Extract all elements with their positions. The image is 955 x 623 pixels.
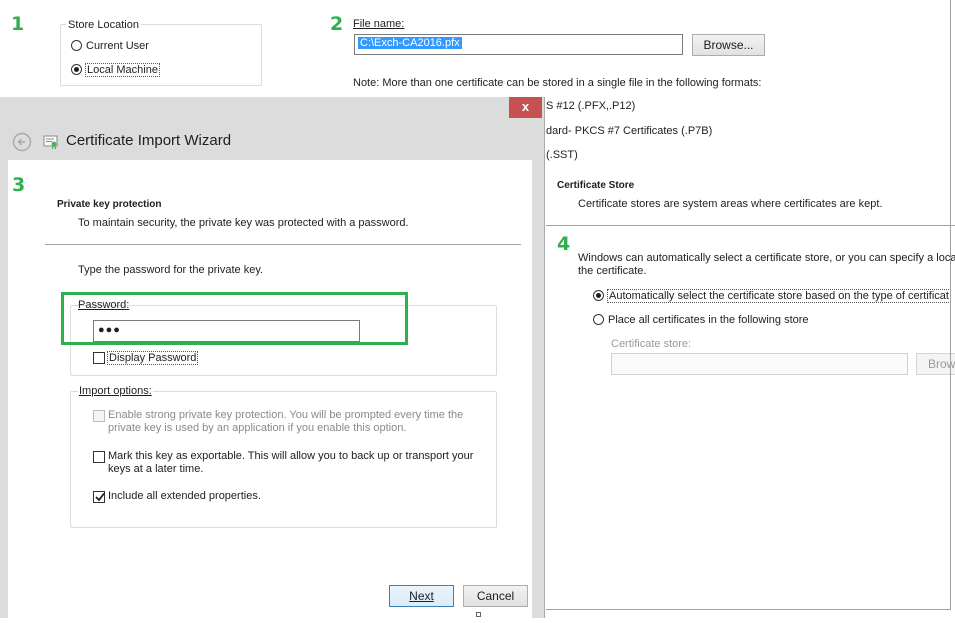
extended-properties-checkbox[interactable] [93, 491, 105, 503]
browse-button[interactable]: Browse... [692, 34, 765, 56]
certificate-store-heading: Certificate Store [557, 180, 635, 191]
certificate-store-divider [546, 225, 955, 226]
checkmark-icon [95, 492, 105, 502]
display-password-label[interactable]: Display Password [107, 351, 199, 365]
format-pfx: S #12 (.PFX,.P12) [546, 100, 636, 112]
exportable-line2: keys at a later time. [108, 463, 204, 475]
section-divider [45, 244, 521, 245]
strong-protection-line2: private key is used by an application if… [108, 422, 407, 434]
cancel-button[interactable]: Cancel [463, 585, 528, 607]
resize-handle[interactable] [476, 612, 481, 617]
current-user-radio[interactable] [71, 40, 82, 51]
import-options-label: Import options: [78, 385, 153, 397]
local-machine-radio[interactable] [71, 64, 82, 75]
display-password-checkbox[interactable] [93, 352, 105, 364]
format-sst: (.SST) [546, 149, 578, 161]
exportable-line1: Mark this key as exportable. This will a… [108, 450, 474, 462]
store-location-title: Store Location [66, 19, 141, 31]
place-in-store-radio[interactable] [593, 314, 604, 325]
wizard-title: Certificate Import Wizard [66, 132, 232, 149]
section-title: Private key protection [57, 199, 162, 210]
wizard-window: x Certificate Import Wizard 3 Private ke… [0, 97, 545, 618]
exportable-checkbox[interactable] [93, 451, 105, 463]
file-name-input[interactable]: C:\Exch-CA2016.pfx [354, 34, 683, 55]
format-p7b: dard- PKCS #7 Certificates (.P7B) [546, 125, 713, 137]
back-arrow-icon [12, 132, 32, 152]
store-intro-line2: the certificate. [578, 265, 647, 277]
current-user-label[interactable]: Current User [86, 40, 149, 52]
password-highlight-box [61, 292, 408, 345]
back-button[interactable] [12, 132, 32, 152]
right-window-edge [950, 0, 951, 610]
section-desc: To maintain security, the private key wa… [78, 217, 409, 229]
step-3-label: 3 [12, 174, 26, 196]
next-button-label: Next [409, 589, 434, 603]
extended-properties-label[interactable]: Include all extended properties. [108, 490, 261, 502]
next-button[interactable]: Next [389, 585, 454, 607]
certificate-icon [42, 132, 60, 150]
close-icon: x [521, 99, 530, 114]
certificate-store-desc: Certificate stores are system areas wher… [578, 198, 883, 210]
certificate-store-input[interactable] [611, 353, 908, 375]
strong-protection-checkbox[interactable] [93, 410, 105, 422]
step-4-label: 4 [557, 233, 571, 255]
right-window-bottom-edge [546, 609, 951, 610]
password-prompt: Type the password for the private key. [78, 264, 264, 276]
strong-protection-line1: Enable strong private key protection. Yo… [108, 409, 464, 421]
auto-select-store-label[interactable]: Automatically select the certificate sto… [607, 289, 951, 303]
auto-select-store-radio[interactable] [593, 290, 604, 301]
file-name-value: C:\Exch-CA2016.pfx [358, 37, 462, 49]
local-machine-label[interactable]: Local Machine [85, 63, 160, 77]
formats-note: Note: More than one certificate can be s… [353, 77, 762, 89]
step-2-label: 2 [330, 13, 344, 35]
wizard-close-button[interactable]: x [509, 97, 542, 118]
step-1-label: 1 [11, 13, 25, 35]
store-intro-line1: Windows can automatically select a certi… [578, 252, 955, 264]
certificate-store-label: Certificate store: [611, 338, 692, 350]
wizard-content: 3 Private key protection To maintain sec… [8, 160, 532, 618]
place-in-store-label[interactable]: Place all certificates in the following … [608, 314, 809, 326]
file-name-label: File name: [353, 18, 405, 30]
